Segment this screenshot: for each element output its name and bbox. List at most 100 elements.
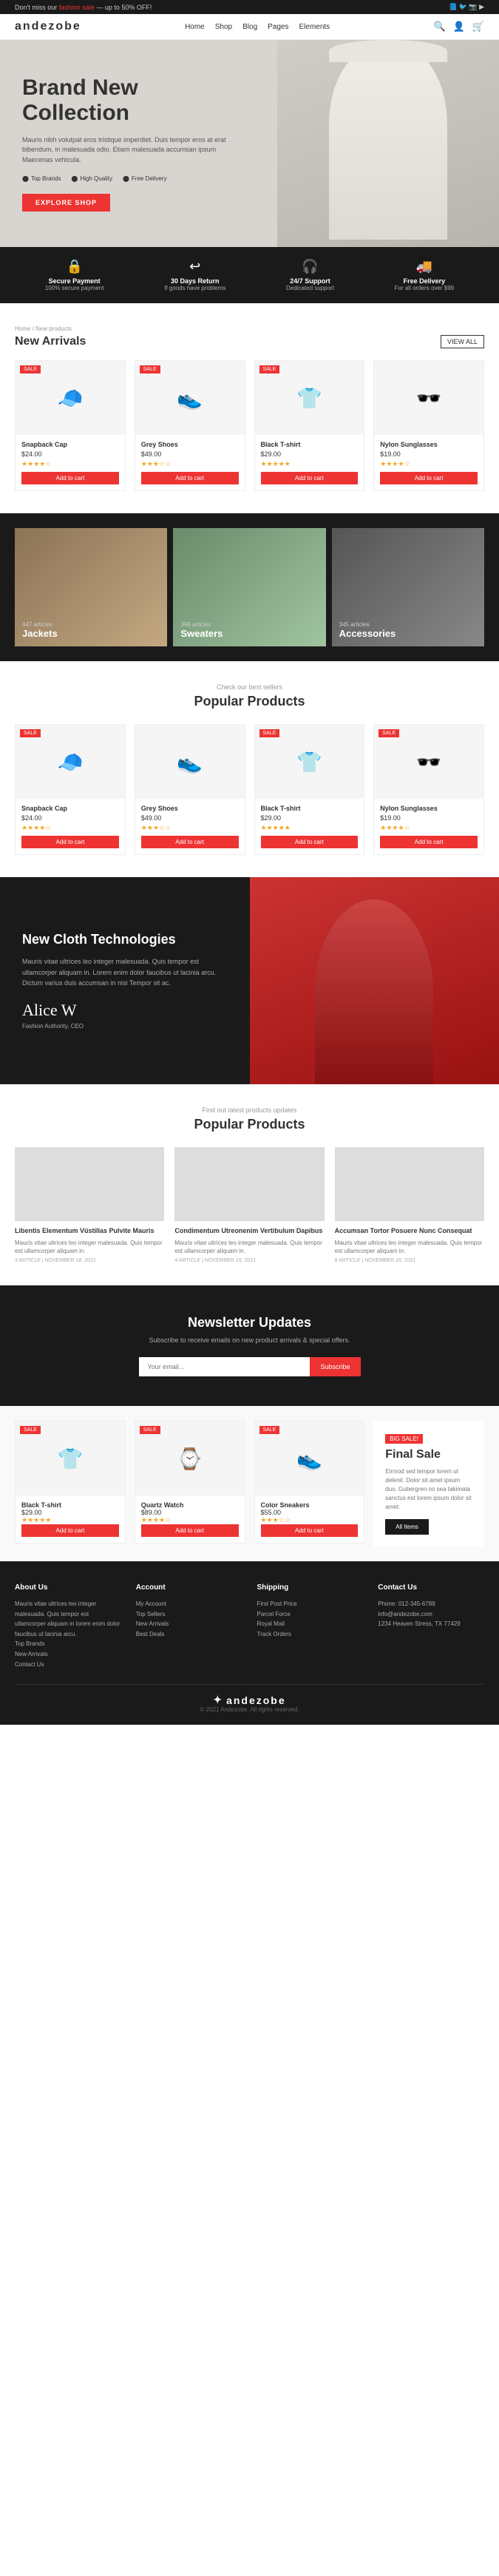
- product-badge: SALE: [379, 729, 399, 737]
- category-name: Sweaters: [180, 628, 223, 639]
- footer-phone: Phone: 012-345-6789: [378, 1599, 484, 1609]
- footer-shipping-title: Shipping: [257, 1583, 364, 1592]
- add-to-cart-button[interactable]: Add to cart: [380, 472, 478, 484]
- blog-meta: 8 ARTICLE | NOVEMBER 20, 2021: [335, 1258, 484, 1263]
- nav-blog[interactable]: Blog: [242, 23, 257, 31]
- cloth-tech-image: [250, 877, 499, 1084]
- category-count: 345 articles: [339, 621, 396, 628]
- category-sweaters[interactable]: 398 articles Sweaters: [173, 528, 325, 646]
- popular-products-grid: SALE 🧢 Snapback Cap $24.00 ★★★★☆ Add to …: [15, 724, 484, 855]
- product-badge: SALE: [20, 729, 41, 737]
- nav-links: Home Shop Blog Pages Elements: [185, 23, 330, 31]
- category-jackets[interactable]: 447 articles Jackets: [15, 528, 167, 646]
- footer-link[interactable]: Track Orders: [257, 1629, 364, 1640]
- product-card: 👟 Grey Shoes $49.00 ★★★☆☆ Add to cart: [135, 724, 245, 855]
- footer-link[interactable]: Contact Us: [15, 1660, 121, 1670]
- new-arrivals-view-all[interactable]: VIEW ALL: [441, 335, 484, 348]
- blog-meta: 4 ARTICLE | NOVEMBER 19, 2021: [174, 1258, 324, 1263]
- nav-home[interactable]: Home: [185, 23, 205, 31]
- feature-secure-payment: 🔒 Secure Payment 100% secure payment: [45, 259, 104, 291]
- category-placeholder: 345 articles Accessories: [332, 528, 484, 646]
- add-to-cart-button[interactable]: Add to cart: [141, 1524, 239, 1537]
- add-to-cart-button[interactable]: Add to cart: [261, 1524, 359, 1537]
- add-to-cart-button[interactable]: Add to cart: [141, 472, 239, 484]
- footer-link[interactable]: Royal Mail: [257, 1619, 364, 1629]
- category-info: 398 articles Sweaters: [180, 621, 223, 639]
- final-sale-all-items-button[interactable]: All Items: [385, 1519, 429, 1535]
- footer-contact: Contact Us Phone: 012-345-6789 info@ande…: [378, 1583, 484, 1669]
- add-to-cart-button[interactable]: Add to cart: [261, 836, 359, 848]
- add-to-cart-button[interactable]: Add to cart: [261, 472, 359, 484]
- blog-excerpt: Mauris vitae ultrices leo integer malesu…: [174, 1239, 324, 1255]
- site-logo: andezobe: [15, 20, 81, 33]
- product-price: $24.00: [21, 450, 119, 458]
- footer-link[interactable]: Top Brands: [15, 1639, 121, 1649]
- hero-image: [277, 40, 499, 247]
- category-info: 345 articles Accessories: [339, 621, 396, 639]
- blog-post-title: Condimentum Utreonenim Vertibulum Dapibu…: [174, 1227, 324, 1236]
- footer-link[interactable]: New Arrivals: [15, 1649, 121, 1660]
- search-icon[interactable]: 🔍: [433, 21, 445, 33]
- blog-grid: Libentis Elementum Vüstillas Pulvite Mau…: [15, 1147, 484, 1263]
- new-arrivals-grid: SALE 🧢 Snapback Cap $24.00 ★★★★☆ Add to …: [15, 360, 484, 491]
- footer-logo: ✦ andezobe: [15, 1694, 484, 1706]
- explore-shop-button[interactable]: EXPLORE SHOP: [22, 194, 110, 212]
- footer-link[interactable]: Best Deals: [136, 1629, 242, 1640]
- sale-product-price: $89.00: [141, 1509, 239, 1516]
- nav-shop[interactable]: Shop: [215, 23, 232, 31]
- product-card: SALE 🧢 Snapback Cap $24.00 ★★★★☆ Add to …: [15, 360, 126, 491]
- blog-excerpt: Mauris vitae ultrices leo integer malesu…: [15, 1239, 164, 1255]
- footer-contact-title: Contact Us: [378, 1583, 484, 1592]
- product-name: Nylon Sunglasses: [380, 441, 478, 448]
- nav-pages[interactable]: Pages: [268, 23, 288, 31]
- add-to-cart-button[interactable]: Add to cart: [141, 836, 239, 848]
- category-count: 398 articles: [180, 621, 223, 628]
- footer-email: info@andezobe.com: [378, 1609, 484, 1620]
- sale-product-price: $29.00: [21, 1509, 119, 1516]
- newsletter-subscribe-button[interactable]: Subscribe: [310, 1357, 360, 1376]
- sale-product-card: SALE ⌚ Quartz Watch $89.00 ★★★★☆ Add to …: [135, 1421, 245, 1544]
- cloth-tech-signature: Alice W: [22, 1001, 228, 1020]
- blog-image: [15, 1147, 164, 1221]
- product-name: Snapback Cap: [21, 441, 119, 448]
- blog-header: Find out latest products updates Popular…: [15, 1106, 484, 1132]
- cart-icon[interactable]: 🛒: [472, 21, 484, 33]
- add-to-cart-button[interactable]: Add to cart: [21, 836, 119, 848]
- new-arrivals-breadcrumb: Home / New products: [15, 325, 484, 332]
- newsletter-section: Newsletter Updates Subscribe to receive …: [0, 1285, 499, 1406]
- product-info: Nylon Sunglasses $19.00 ★★★★☆ Add to car…: [374, 799, 483, 854]
- sale-product-name: Color Sneakers: [261, 1501, 359, 1509]
- footer-link[interactable]: New Arrivals: [136, 1619, 242, 1629]
- footer-link[interactable]: Top Sellers: [136, 1609, 242, 1620]
- blog-meta: 3 ARTICLE | NOVEMBER 18, 2021: [15, 1258, 164, 1263]
- product-rating: ★★★★☆: [380, 460, 478, 468]
- secure-payment-title: Secure Payment: [45, 277, 104, 285]
- returns-title: 30 Days Return: [164, 277, 225, 285]
- product-card: SALE 🕶️ Nylon Sunglasses $19.00 ★★★★☆ Ad…: [373, 724, 484, 855]
- product-card: SALE 👟 Grey Shoes $49.00 ★★★☆☆ Add to ca…: [135, 360, 245, 491]
- nav-elements[interactable]: Elements: [299, 23, 330, 31]
- category-accessories[interactable]: 345 articles Accessories: [332, 528, 484, 646]
- product-name: Nylon Sunglasses: [380, 805, 478, 812]
- hero-text: Brand New Collection Mauris nibh volutpa…: [22, 75, 229, 212]
- returns-icon: ↩: [164, 259, 225, 274]
- product-rating: ★★★★★: [261, 460, 359, 468]
- add-to-cart-button[interactable]: Add to cart: [21, 472, 119, 484]
- popular-title: Popular Products: [15, 694, 484, 709]
- footer-link[interactable]: Parcel Force: [257, 1609, 364, 1620]
- footer-bottom: ✦ andezobe © 2021 Andezobe. All rights r…: [15, 1684, 484, 1713]
- feature-returns: ↩ 30 Days Return If goods have problems: [164, 259, 225, 291]
- footer-link[interactable]: First Post Price: [257, 1599, 364, 1609]
- add-to-cart-button[interactable]: Add to cart: [21, 1524, 119, 1537]
- category-name: Jackets: [22, 628, 58, 639]
- user-icon[interactable]: 👤: [453, 21, 465, 33]
- product-price: $29.00: [261, 450, 359, 458]
- support-title: 24/7 Support: [286, 277, 334, 285]
- add-to-cart-button[interactable]: Add to cart: [380, 836, 478, 848]
- footer-link[interactable]: My Account: [136, 1599, 242, 1609]
- newsletter-email-input[interactable]: [139, 1357, 310, 1376]
- returns-sub: If goods have problems: [164, 285, 225, 291]
- footer-about-text: Mauris vitae ultrices leo integer malesu…: [15, 1599, 121, 1639]
- free-delivery-sub: For all orders over $99: [395, 285, 454, 291]
- promo-link[interactable]: fashion sale: [59, 4, 95, 11]
